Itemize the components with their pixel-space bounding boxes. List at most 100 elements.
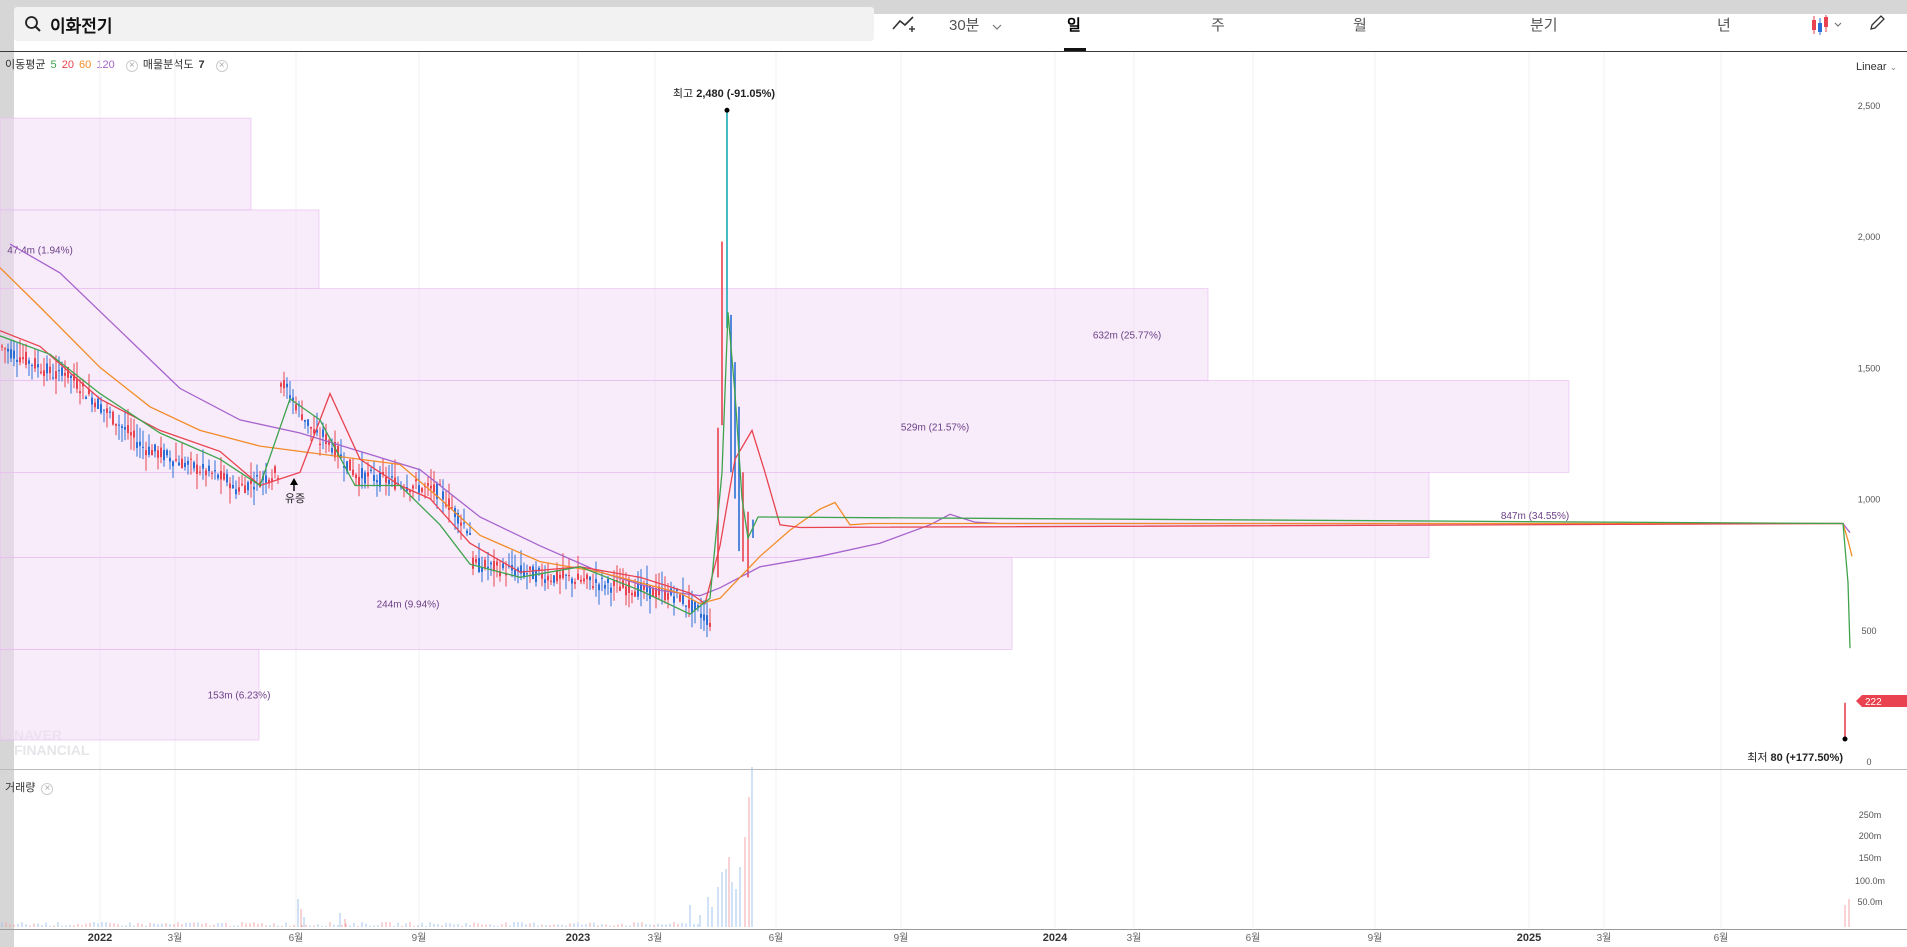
candle-body (586, 574, 588, 580)
candle-body (7, 348, 9, 352)
y-tick-label: 0 (1866, 757, 1871, 767)
candle-body (154, 444, 156, 452)
candle-body (280, 383, 282, 387)
x-tick-label: 9월 (1368, 932, 1383, 944)
candle-body (289, 395, 291, 399)
candle-body (4, 348, 6, 350)
candle-body (226, 473, 228, 483)
candle-body (265, 475, 267, 483)
candle-body (583, 578, 585, 582)
candle-body (442, 491, 444, 500)
candle-body (685, 605, 687, 607)
candle-body (22, 357, 24, 360)
current-price-label: 222 (1865, 697, 1882, 708)
low-label: 최저 80 (+177.50%) (1747, 751, 1843, 764)
candle-body (547, 575, 549, 581)
candle-body (430, 485, 432, 489)
candle-body (451, 507, 453, 509)
candle-body (571, 578, 573, 584)
candle-body (46, 363, 48, 374)
low-label-prefix: 최저 (1747, 751, 1770, 764)
candle-body (94, 402, 96, 408)
close-volume-icon[interactable]: × (41, 783, 54, 795)
candle-body (160, 447, 162, 458)
y-tick-label: 2,500 (1858, 101, 1881, 111)
candle-body (394, 477, 396, 490)
candle-body (247, 482, 249, 491)
candle-body (568, 575, 570, 577)
candle-body (601, 577, 603, 579)
candle-body (238, 487, 240, 492)
candle-body (190, 458, 192, 460)
candle-body (142, 446, 144, 448)
candle-body (127, 425, 129, 434)
candle-body (85, 396, 87, 399)
volume-tick-label: 100.0m (1855, 876, 1885, 886)
candle-body (202, 463, 204, 469)
candle-body (613, 580, 615, 587)
candle-body (604, 584, 606, 589)
candle-body (16, 359, 18, 362)
volume-bars: 250m 200m 150m 100.0m 50.0m (1, 767, 1885, 927)
candle-body (100, 404, 102, 413)
candle-body (532, 566, 534, 580)
candle-body (466, 530, 468, 534)
candle-body (136, 442, 138, 448)
candle-body (478, 558, 480, 573)
candle-body (49, 366, 51, 374)
candle-body (475, 559, 477, 563)
candle-body (139, 441, 141, 446)
candle-body (607, 578, 609, 584)
candle-body (97, 398, 99, 410)
high-label: 최고 2,480 (-91.05%) (673, 87, 776, 100)
candle-body (592, 586, 594, 589)
candle-body (559, 574, 561, 579)
price-chart[interactable]: 47.4m (1.94%) 632m (25.77%) 529m (21.57%) 8… (0, 0, 1907, 947)
candle-body (61, 367, 63, 376)
candle-body (502, 563, 504, 569)
x-tick-label: 2025 (1517, 932, 1541, 944)
candle-body (526, 573, 528, 575)
candle-body (148, 446, 150, 455)
candle-body (307, 419, 309, 426)
candle-body (361, 468, 363, 479)
candle-body (217, 474, 219, 479)
candle-body (109, 411, 111, 413)
x-tick-label: 9월 (412, 932, 427, 944)
x-tick-label: 2024 (1043, 932, 1068, 944)
x-tick-label: 6월 (1714, 932, 1729, 944)
candle-body (589, 576, 591, 581)
candle-body (184, 462, 186, 467)
candle-body (667, 592, 669, 600)
x-tick-label: 2022 (88, 932, 112, 944)
candle-body (535, 569, 537, 582)
candle-body (541, 573, 543, 579)
candle-body (214, 470, 216, 472)
candle-body (70, 375, 72, 379)
candle-body (106, 408, 108, 413)
candle-body (286, 383, 288, 388)
candle-body (550, 580, 552, 582)
candle-body (364, 472, 366, 484)
candle-body (232, 484, 234, 489)
candle-body (172, 461, 174, 467)
candle-body (124, 426, 126, 430)
candle-body (274, 466, 276, 473)
volume-profile-bar (0, 117, 252, 211)
volume-profile-label: 529m (21.57%) (901, 422, 969, 433)
volume-profile: 47.4m (1.94%) 632m (25.77%) 529m (21.57%) 8… (0, 117, 1570, 741)
candle-body (301, 414, 303, 420)
y-tick-label: 1,000 (1858, 495, 1881, 505)
candle-body (10, 349, 12, 359)
candle-body (367, 472, 369, 477)
candle-body (151, 450, 153, 456)
candle-body (43, 370, 45, 377)
x-tick-label: 3월 (168, 932, 183, 944)
candle-body (703, 614, 705, 621)
candle-body (556, 570, 558, 582)
candle-body (79, 391, 81, 394)
volume-profile-label: 47.4m (1.94%) (7, 245, 73, 256)
candle-body (13, 350, 15, 359)
candle-body (598, 584, 600, 591)
candle-body (58, 370, 60, 372)
